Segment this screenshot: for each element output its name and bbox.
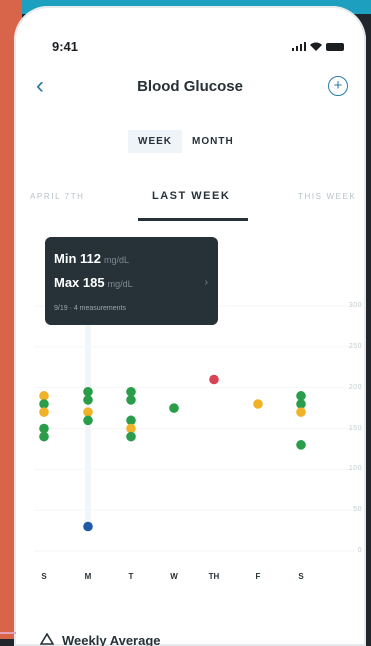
view-toggle: WEEK MONTH <box>128 130 244 153</box>
data-point[interactable] <box>39 407 49 417</box>
tooltip-max: Max 185 mg/dL <box>54 275 133 290</box>
data-point[interactable] <box>126 395 136 405</box>
status-time: 9:41 <box>52 39 79 54</box>
data-point[interactable] <box>296 440 306 450</box>
period-next[interactable]: THIS WEEK <box>298 192 356 201</box>
period-previous[interactable]: APRIL 7TH <box>30 192 85 201</box>
y-axis-tick-label: 50 <box>353 506 362 514</box>
y-axis-tick-label: 250 <box>348 342 362 350</box>
weekly-average-label: Weekly Average <box>62 633 161 646</box>
y-axis-tick-label: 200 <box>348 383 362 391</box>
day-label[interactable]: M <box>78 572 98 581</box>
reading-tooltip[interactable]: Min 112 mg/dL Max 185 mg/dL 9/19 · 4 measu… <box>45 237 218 325</box>
tooltip-max-value: Max 185 <box>54 275 105 290</box>
data-point[interactable] <box>296 391 306 401</box>
plus-circle-icon[interactable]: + <box>328 76 348 96</box>
triangle-icon <box>40 633 54 645</box>
y-axis-tick-label: 150 <box>348 424 362 432</box>
tooltip-detail: 9/19 · 4 measurements <box>54 305 126 312</box>
data-point[interactable] <box>209 374 219 385</box>
data-point[interactable] <box>296 407 306 417</box>
y-axis-tick-label: 0 <box>357 547 362 554</box>
nav-bar: ‹ Blood Glucose + <box>14 74 366 106</box>
y-axis-tick-label: 300 <box>348 302 362 309</box>
tooltip-min-unit: mg/dL <box>103 255 129 265</box>
tab-week[interactable]: WEEK <box>128 130 182 153</box>
phone-screen: 9:41 ‹ Blood Glucose + WEEK MONTH APRIL … <box>14 6 366 646</box>
tooltip-min-value: Min 112 <box>54 251 101 266</box>
data-point[interactable] <box>126 415 136 426</box>
tab-month[interactable]: MONTH <box>182 130 244 153</box>
period-nav: APRIL 7TH LAST WEEK THIS WEEK <box>14 190 366 226</box>
day-label[interactable]: T <box>121 572 141 581</box>
data-point[interactable] <box>253 399 263 409</box>
y-axis-tick-label: 100 <box>348 465 362 473</box>
day-label[interactable]: W <box>164 572 184 581</box>
wifi-icon <box>310 42 322 51</box>
battery-icon <box>326 42 344 51</box>
status-bar: 9:41 <box>14 6 366 54</box>
chevron-right-icon: › <box>204 277 208 288</box>
data-point[interactable] <box>126 431 136 442</box>
period-underline <box>138 218 248 221</box>
tooltip-max-unit: mg/dL <box>107 279 133 289</box>
day-label[interactable]: F <box>248 572 268 581</box>
day-label[interactable]: S <box>291 572 311 581</box>
data-point[interactable] <box>39 431 49 442</box>
status-icons <box>292 42 344 51</box>
data-point[interactable] <box>39 399 49 409</box>
day-label[interactable]: S <box>34 572 54 581</box>
page-title: Blood Glucose <box>137 78 243 95</box>
decorative-line <box>0 632 16 634</box>
data-point[interactable] <box>126 423 136 434</box>
data-point[interactable] <box>39 423 49 434</box>
tooltip-min: Min 112 mg/dL <box>54 251 129 266</box>
weekly-average-section: Weekly Average <box>14 621 366 646</box>
data-point[interactable] <box>39 391 49 401</box>
data-point[interactable] <box>169 403 179 413</box>
day-label[interactable]: TH <box>204 572 224 581</box>
signal-icon <box>292 42 306 51</box>
period-current[interactable]: LAST WEEK <box>152 190 230 202</box>
data-point[interactable] <box>126 386 136 397</box>
data-point[interactable] <box>296 399 306 409</box>
